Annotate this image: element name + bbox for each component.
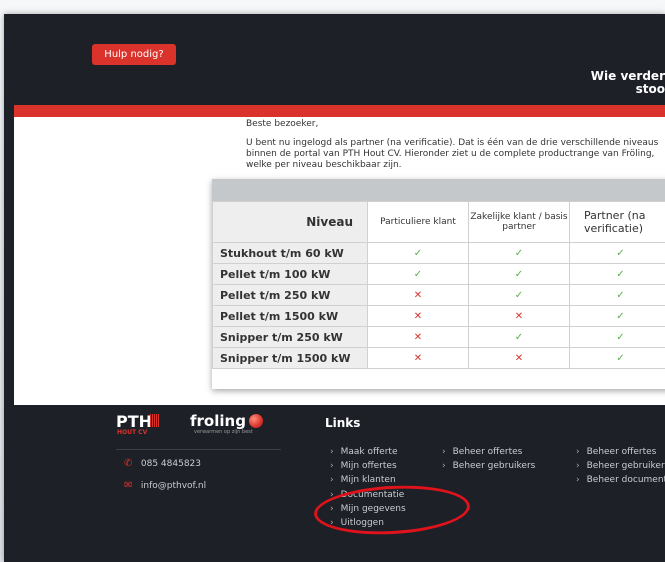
greeting: Beste bezoeker,	[246, 119, 319, 129]
tagline-line2: stoo	[635, 82, 665, 96]
checkmark-icon: ✓	[367, 242, 469, 264]
footer-link-label: Beheer gebruikers	[452, 461, 536, 472]
table-row: Stukhout t/m 60 kW ✓ ✓ ✓	[212, 242, 665, 264]
chevron-right-icon: ›	[576, 447, 580, 457]
pth-logo-sub: HOUT CV	[117, 429, 148, 436]
checkmark-icon: ✓	[468, 284, 570, 306]
row-label: Snipper t/m 250 kW	[212, 326, 368, 348]
checkmark-icon: ✓	[569, 263, 665, 285]
froling-logo-icon	[249, 414, 263, 428]
cross-icon: ✕	[367, 326, 469, 348]
checkmark-icon: ✓	[468, 263, 570, 285]
pth-logo-mark	[150, 414, 159, 427]
row-label: Pellet t/m 100 kW	[212, 263, 368, 285]
footer-link[interactable]: › Mijn offertes	[330, 459, 406, 473]
row-label: Pellet t/m 250 kW	[212, 284, 368, 306]
chevron-right-icon: ›	[330, 461, 334, 472]
links-column-3: › Beheer offertes › Beheer gebruikers › Behee…	[576, 445, 665, 488]
email-address: info@pthvof.nl	[140, 481, 207, 491]
footer-link-label: Mijn klanten	[340, 475, 396, 486]
footer-divider	[116, 449, 281, 450]
checkmark-icon: ✓	[569, 326, 665, 348]
phone-number: 085 4845823	[140, 459, 201, 469]
footer-link[interactable]: › Beheer documenten	[576, 473, 665, 487]
table-row: Pellet t/m 1500 kW ✕ ✕ ✓	[212, 305, 665, 327]
col-header-particulier: Particuliere klant	[367, 201, 469, 243]
row-label: Snipper t/m 1500 kW	[212, 347, 368, 369]
product-availability-table: Niveau Particuliere klant Zakelijke klan…	[212, 201, 665, 369]
checkmark-icon: ✓	[468, 326, 570, 348]
footer-link-label: Beheer offertes	[586, 447, 657, 457]
checkmark-icon: ✓	[367, 263, 469, 285]
envelope-icon: ✉	[124, 480, 133, 491]
footer-link[interactable]: › Beheer gebruikers	[576, 459, 665, 473]
cross-icon: ✕	[468, 347, 570, 369]
chevron-right-icon: ›	[330, 475, 334, 486]
intro-text: Beste bezoeker, U bent nu ingelogd als p…	[246, 117, 665, 171]
checkmark-icon: ✓	[569, 347, 665, 369]
help-button[interactable]: Hulp nodig?	[92, 44, 176, 65]
chevron-right-icon: ›	[442, 461, 446, 472]
froling-logo-sub: verwarmen op zijn best	[194, 429, 253, 435]
footer-link[interactable]: › Beheer offertes	[576, 445, 665, 459]
footer-link-label: Beheer gebruikers	[586, 461, 665, 472]
table-row: Snipper t/m 1500 kW ✕ ✕ ✓	[212, 347, 665, 369]
footer-link[interactable]: › Beheer offertes	[442, 445, 535, 459]
footer-link-label: Beheer documenten	[586, 475, 665, 486]
content-area: Beste bezoeker, U bent nu ingelogd als p…	[14, 117, 665, 405]
header-tagline: Wie verder stoo	[591, 70, 665, 96]
checkmark-icon: ✓	[569, 305, 665, 327]
table-row: Snipper t/m 250 kW ✕ ✓ ✓	[212, 326, 665, 348]
contact-email[interactable]: ✉ info@pthvof.nl	[124, 480, 206, 491]
chevron-right-icon: ›	[576, 475, 580, 486]
table-row: Pellet t/m 100 kW ✓ ✓ ✓	[212, 263, 665, 285]
checkmark-icon: ✓	[569, 242, 665, 264]
footer-link-label: Maak offerte	[340, 447, 398, 457]
footer-link[interactable]: › Beheer gebruikers	[442, 459, 535, 473]
col-header-zakelijk: Zakelijke klant / basis partner	[468, 201, 570, 243]
cross-icon: ✕	[468, 305, 570, 327]
checkmark-icon: ✓	[468, 242, 570, 264]
col-header-partner: Partner (na verificatie)	[569, 201, 665, 243]
footer-link[interactable]: › Maak offerte	[330, 445, 406, 459]
browser-page: Hulp nodig? Wie verder stoo Beste bezoek…	[4, 14, 665, 562]
footer-link-label: Beheer offertes	[452, 447, 523, 457]
contact-phone[interactable]: ✆ 085 4845823	[124, 458, 201, 469]
row-label: Pellet t/m 1500 kW	[212, 305, 368, 327]
froling-logo: froling	[190, 412, 246, 430]
row-label: Stukhout t/m 60 kW	[212, 242, 368, 264]
chevron-right-icon: ›	[442, 447, 446, 457]
chevron-right-icon: ›	[330, 447, 334, 457]
checkmark-icon: ✓	[569, 284, 665, 306]
links-column-2: › Beheer offertes › Beheer gebruikers	[442, 445, 535, 473]
links-title: Links	[325, 416, 361, 430]
col-header-niveau: Niveau	[212, 201, 368, 243]
phone-icon: ✆	[124, 458, 133, 469]
level-table: Niveau Particuliere klant Zakelijke klan…	[212, 179, 665, 389]
footer-link-label: Mijn offertes	[340, 461, 397, 472]
cross-icon: ✕	[367, 284, 469, 306]
table-row: Pellet t/m 250 kW ✕ ✓ ✓	[212, 284, 665, 306]
cross-icon: ✕	[367, 347, 469, 369]
footer-logos: PTH HOUT CV froling verwarmen op zijn be…	[116, 412, 276, 438]
red-divider-bar	[14, 105, 665, 117]
chevron-right-icon: ›	[576, 461, 580, 472]
intro-paragraph: U bent nu ingelogd als partner (na verif…	[246, 138, 659, 170]
cross-icon: ✕	[367, 305, 469, 327]
table-top-band	[212, 179, 665, 201]
table-header-row: Niveau Particuliere klant Zakelijke klan…	[212, 201, 665, 243]
